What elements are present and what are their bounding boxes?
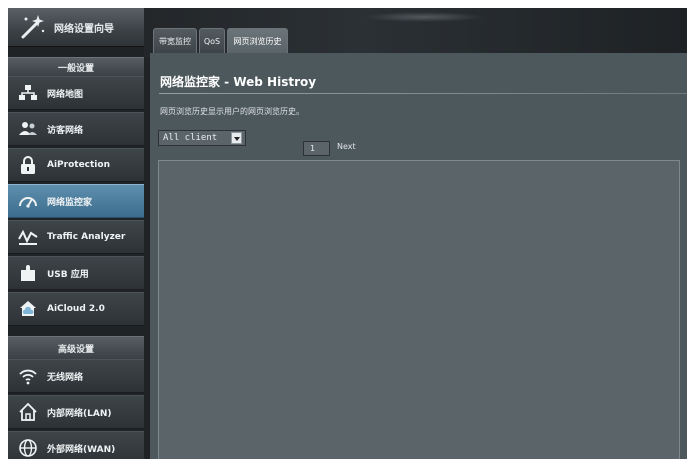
title-divider: [159, 93, 687, 94]
speedometer-icon: [18, 191, 38, 211]
magic-wand-icon: [18, 13, 46, 41]
sidebar-item-aiprotection[interactable]: AiProtection: [8, 148, 144, 182]
aiprotection-lock-icon: [18, 155, 38, 175]
home-lan-icon: [18, 402, 38, 422]
tab-qos[interactable]: QoS: [199, 28, 225, 53]
sidebar-item-label: AiCloud 2.0: [47, 304, 105, 314]
sidebar-item-traffic-analyzer[interactable]: Traffic Analyzer: [8, 220, 144, 254]
sidebar-item-lan[interactable]: 内部网络(LAN): [8, 395, 144, 429]
main-panel: 网络监控家 - Web Histroy 网页浏览历史显示用户的网页浏览历史。 A…: [150, 53, 687, 459]
sidebar-item-usb-application[interactable]: USB 应用: [8, 256, 144, 290]
sidebar-item-label: 访客网络: [47, 125, 84, 136]
sidebar-item-label: AiProtection: [47, 160, 110, 170]
client-select-value: All client: [163, 133, 218, 143]
wifi-icon: [18, 366, 38, 386]
sidebar-item-label: 网络地图: [47, 89, 84, 100]
advanced-settings-header: 高级设置: [8, 336, 144, 359]
sidebar-item-label: 网络监控家: [47, 197, 93, 208]
sidebar: 网络设置向导 一般设置 网络地图 访客网络 AiProtection 网络监控家…: [8, 8, 144, 459]
usb-puzzle-icon: [18, 263, 38, 283]
banner-decoration: [364, 12, 484, 22]
network-map-icon: [18, 83, 38, 103]
sidebar-item-guest-network[interactable]: 访客网络: [8, 112, 144, 146]
sidebar-item-label: Traffic Analyzer: [47, 232, 126, 242]
sidebar-item-label: USB 应用: [47, 269, 89, 280]
web-history-list: [158, 160, 680, 459]
next-page-link[interactable]: Next: [337, 142, 356, 151]
aicloud-icon: [18, 299, 38, 319]
chevron-down-icon[interactable]: [231, 132, 242, 144]
wizard-label: 网络设置向导: [54, 23, 114, 35]
sidebar-spacer: [8, 47, 144, 57]
sidebar-item-aicloud[interactable]: AiCloud 2.0: [8, 292, 144, 326]
client-select-dropdown[interactable]: All client: [158, 130, 246, 146]
globe-wan-icon: [18, 438, 38, 458]
router-admin-window: 网络设置向导 一般设置 网络地图 访客网络 AiProtection 网络监控家…: [8, 8, 687, 459]
sidebar-item-network-map[interactable]: 网络地图: [8, 76, 144, 110]
sidebar-item-label: 内部网络(LAN): [47, 408, 112, 419]
traffic-analyzer-icon: [18, 227, 38, 247]
tab-web-history[interactable]: 网页浏览历史: [227, 28, 288, 53]
sidebar-spacer: [8, 327, 144, 336]
sidebar-item-wan[interactable]: 外部网络(WAN): [8, 431, 144, 459]
tab-bandwidth-monitor[interactable]: 带宽监控: [153, 28, 197, 53]
sidebar-item-label: 外部网络(WAN): [47, 444, 116, 455]
general-settings-header: 一般设置: [8, 57, 144, 76]
sidebar-item-adaptive-qos[interactable]: 网络监控家: [8, 184, 144, 218]
network-setup-wizard-button[interactable]: 网络设置向导: [8, 8, 144, 47]
page-title: 网络监控家 - Web Histroy: [160, 75, 317, 89]
sidebar-item-wireless[interactable]: 无线网络: [8, 359, 144, 393]
sidebar-item-label: 无线网络: [47, 372, 84, 383]
page-number-input[interactable]: 1: [303, 141, 330, 156]
guest-network-icon: [18, 119, 38, 139]
page-description: 网页浏览历史显示用户的网页浏览历史。: [160, 107, 304, 116]
top-banner: [144, 8, 687, 57]
